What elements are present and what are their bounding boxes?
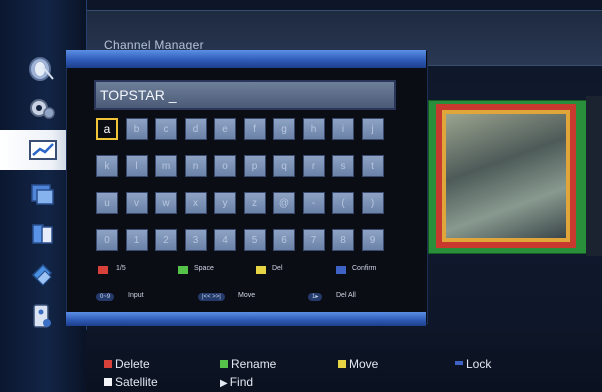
key-5[interactable]: 5 xyxy=(243,229,266,251)
key-([interactable]: ( xyxy=(332,192,354,214)
dialog-bottom-bar xyxy=(66,312,426,326)
sidebar-item-media[interactable] xyxy=(14,174,70,214)
key-n[interactable]: n xyxy=(184,155,207,177)
remote-icon xyxy=(33,304,51,328)
key-7[interactable]: 7 xyxy=(302,229,325,251)
footer-rename-label: Rename xyxy=(231,357,277,371)
key-e[interactable]: e xyxy=(214,118,236,140)
chart-icon xyxy=(29,140,57,160)
key-c[interactable]: c xyxy=(155,118,177,140)
sidebar-item-remote[interactable] xyxy=(14,296,70,336)
dialog-top-bar xyxy=(66,50,426,68)
red-key-swatch xyxy=(98,266,108,274)
key-b[interactable]: b xyxy=(125,118,148,140)
key--[interactable]: - xyxy=(302,192,325,214)
footer-find-hint[interactable]: ▶ Find xyxy=(220,375,253,389)
footer-delete-label: Delete xyxy=(115,357,150,371)
footer-delete-hint[interactable]: Delete xyxy=(104,357,150,371)
numeric-keys-badge: 0~9 xyxy=(96,293,115,301)
yellow-button-icon xyxy=(338,360,346,368)
key-o[interactable]: o xyxy=(214,155,236,177)
key-@[interactable]: @ xyxy=(273,192,295,214)
sidebar-item-settings[interactable] xyxy=(14,88,70,128)
sidebar-item-satellite[interactable] xyxy=(14,48,70,88)
blue-key-swatch xyxy=(336,266,346,274)
footer-move-label: Move xyxy=(349,357,379,371)
input-hint-label: Input xyxy=(128,292,144,299)
blue-key-label: Confirm xyxy=(352,265,377,272)
key-9[interactable]: 9 xyxy=(361,229,384,251)
key-w[interactable]: w xyxy=(155,192,177,214)
red-button-icon xyxy=(104,360,112,368)
sidebar-item-phone[interactable] xyxy=(14,214,70,254)
green-key-swatch xyxy=(178,266,188,274)
key-1[interactable]: 1 xyxy=(125,229,148,251)
footer-satellite-label: Satellite xyxy=(115,375,158,389)
footer-move-hint[interactable]: Move xyxy=(338,357,378,371)
key-h[interactable]: h xyxy=(302,118,325,140)
delall-key-badge: 1▸ xyxy=(308,293,323,301)
footer-find-label: Find xyxy=(229,375,254,389)
blue-button-icon xyxy=(455,361,463,365)
key-s[interactable]: s xyxy=(332,155,354,177)
sidebar-item-tools[interactable] xyxy=(14,254,70,294)
key-6[interactable]: 6 xyxy=(273,229,295,251)
key-m[interactable]: m xyxy=(155,155,177,177)
key-r[interactable]: r xyxy=(302,155,325,177)
red-key-label: 1/5 xyxy=(116,265,126,272)
key-q[interactable]: q xyxy=(273,155,295,177)
key-p[interactable]: p xyxy=(243,155,266,177)
channel-name-input[interactable]: TOPSTAR _ xyxy=(94,80,396,110)
footer-lock-label: Lock xyxy=(466,357,492,371)
tv-preview-image xyxy=(442,110,570,242)
key-z[interactable]: z xyxy=(243,192,266,214)
key-0[interactable]: 0 xyxy=(96,229,118,251)
media-icon xyxy=(31,184,54,205)
key-f[interactable]: f xyxy=(243,118,266,140)
yellow-key-label: Del xyxy=(272,265,283,272)
gear-icon xyxy=(30,99,55,119)
key-)[interactable]: ) xyxy=(361,192,384,214)
key-4[interactable]: 4 xyxy=(214,229,236,251)
key-y[interactable]: y xyxy=(214,192,236,214)
footer-lock-hint[interactable]: Lock xyxy=(455,357,491,371)
delall-hint-label: Del All xyxy=(336,292,356,299)
key-v[interactable]: v xyxy=(125,192,148,214)
play-arrow-icon: ▶ xyxy=(220,378,228,389)
tools-icon xyxy=(31,263,53,286)
key-d[interactable]: d xyxy=(184,118,207,140)
key-l[interactable]: l xyxy=(125,155,148,177)
key-k[interactable]: k xyxy=(96,155,118,177)
yellow-key-swatch xyxy=(256,266,266,274)
preview-edge xyxy=(586,96,602,256)
key-j[interactable]: j xyxy=(361,118,384,140)
move-keys-badge: |<< >>| xyxy=(198,293,225,301)
key-g[interactable]: g xyxy=(273,118,295,140)
satellite-dish-icon xyxy=(29,57,54,81)
key-3[interactable]: 3 xyxy=(184,229,207,251)
key-i[interactable]: i xyxy=(332,118,354,140)
key-2[interactable]: 2 xyxy=(155,229,177,251)
key-8[interactable]: 8 xyxy=(332,229,354,251)
phone-icon xyxy=(32,224,53,244)
green-button-icon xyxy=(220,360,228,368)
move-hint-label: Move xyxy=(238,292,256,299)
key-t[interactable]: t xyxy=(361,155,384,177)
key-x[interactable]: x xyxy=(184,192,207,214)
key-u[interactable]: u xyxy=(96,192,118,214)
green-key-label: Space xyxy=(194,265,214,272)
footer-rename-hint[interactable]: Rename xyxy=(220,357,276,371)
key-a[interactable]: a xyxy=(96,118,118,140)
footer-satellite-hint[interactable]: Satellite xyxy=(104,375,158,389)
white-button-icon xyxy=(104,378,112,386)
